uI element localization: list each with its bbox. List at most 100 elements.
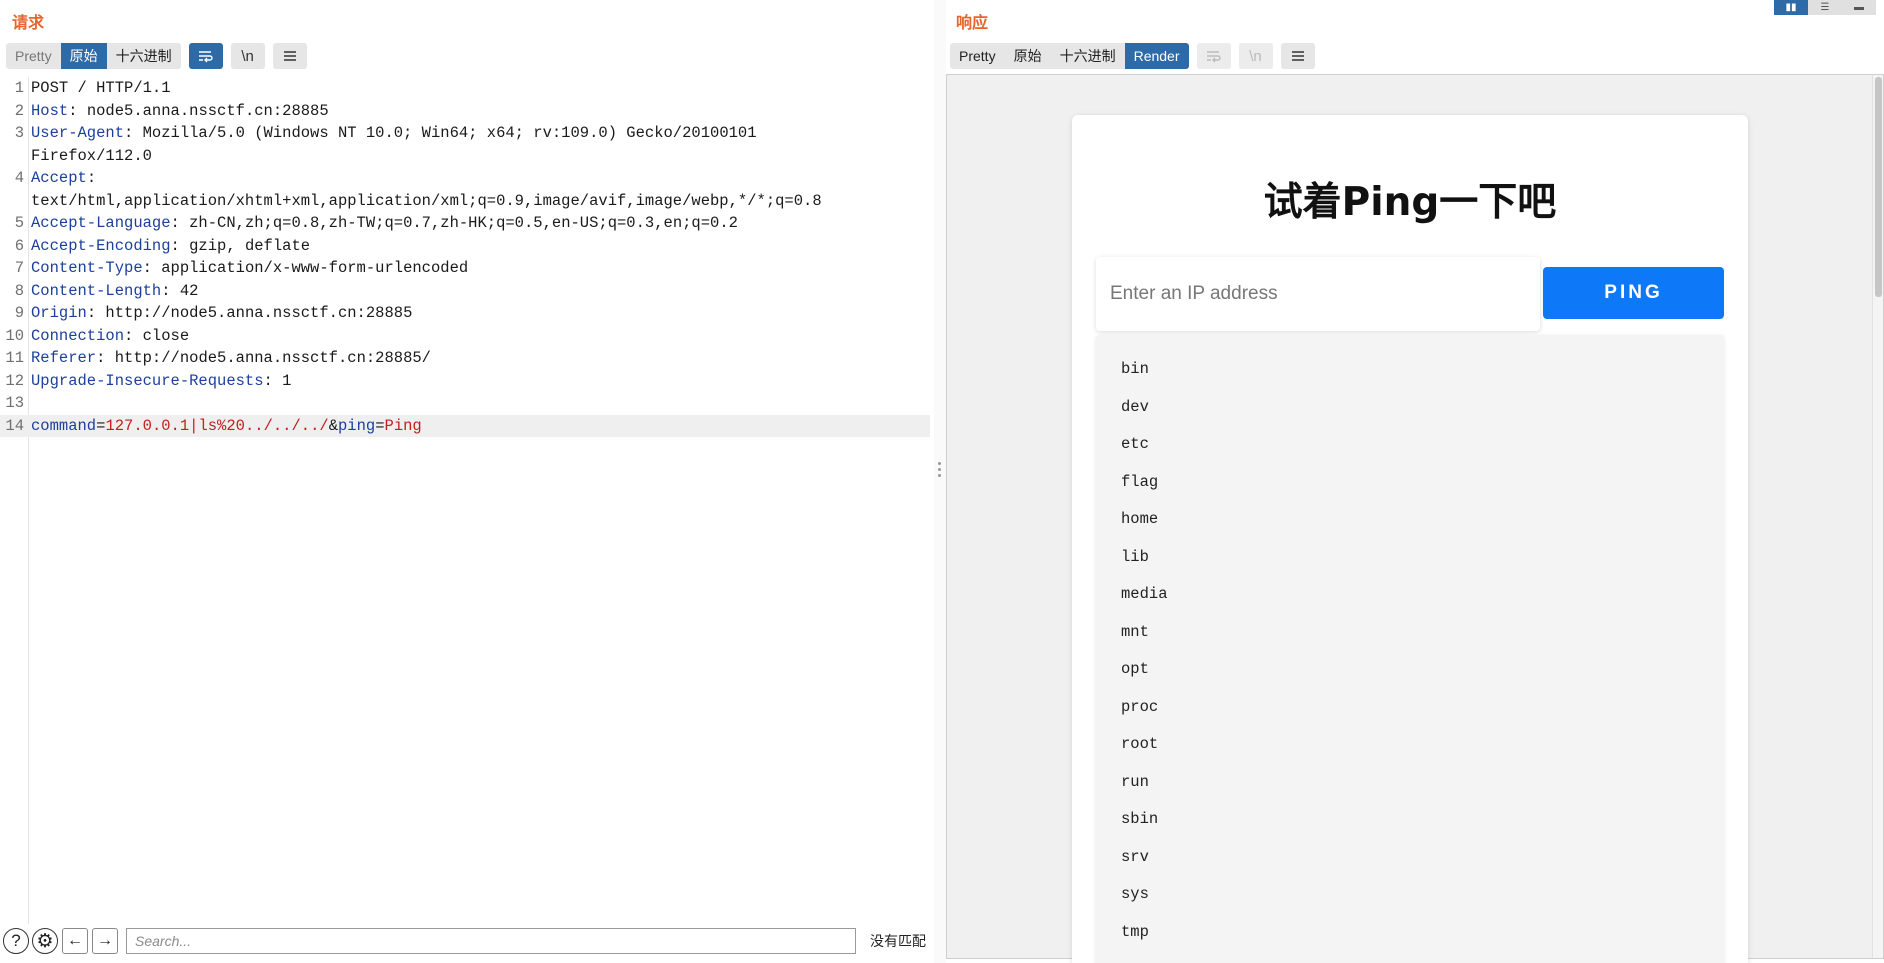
result-item: tmp bbox=[1121, 922, 1149, 941]
help-icon: ? bbox=[11, 931, 21, 950]
request-tab-2[interactable]: 十六进制 bbox=[106, 43, 181, 69]
wrap-toggle-button[interactable] bbox=[188, 43, 223, 69]
result-item: bin bbox=[1121, 360, 1149, 378]
line-code: Firefox/112.0 bbox=[28, 145, 152, 168]
drag-handle-icon[interactable] bbox=[938, 462, 942, 477]
wrap-icon bbox=[1206, 51, 1221, 63]
layout-stacked-button[interactable]: ☰ bbox=[1808, 0, 1842, 15]
search-input[interactable] bbox=[126, 928, 856, 954]
response-tab-3[interactable]: Render bbox=[1124, 43, 1189, 69]
result-item: etc bbox=[1121, 435, 1149, 453]
line-code: Referer: http://node5.anna.nssctf.cn:288… bbox=[28, 347, 431, 370]
header-name: Accept-Encoding bbox=[31, 236, 171, 255]
header-name: Accept-Language bbox=[31, 214, 171, 232]
line-number: 5 bbox=[14, 214, 24, 232]
request-editor[interactable]: 1 POST / HTTP/1.1 2 Host: node5.anna.nssctf… bbox=[0, 77, 930, 924]
code-text: : 1 bbox=[263, 371, 292, 390]
response-toolbar: Pretty 原始 十六进制 Render \n bbox=[950, 43, 1315, 69]
ping-result-box: bin dev etc flag home lib media mnt opt proc root r… bbox=[1096, 335, 1724, 963]
code-text: text/html,application/xhtml+xml,applicat… bbox=[31, 191, 822, 210]
code-line: text/html,application/xhtml+xml,applicat… bbox=[0, 190, 930, 213]
match-status: 没有匹配 bbox=[870, 933, 926, 949]
line-code: Content-Type: application/x-www-form-url… bbox=[28, 257, 468, 280]
response-tab-0[interactable]: Pretty bbox=[950, 43, 1005, 69]
line-number: 4 bbox=[14, 169, 24, 187]
newline-icon: \n bbox=[241, 47, 254, 65]
line-code: Accept-Language: zh-CN,zh;q=0.8,zh-TW;q=… bbox=[28, 212, 738, 235]
newline-icon: \n bbox=[1249, 47, 1262, 65]
header-name: Content-Type bbox=[31, 259, 143, 277]
line-number: 12 bbox=[5, 371, 24, 390]
request-tab-1[interactable]: 原始 bbox=[60, 43, 107, 69]
menu-icon bbox=[283, 51, 296, 61]
ping-button[interactable]: PING bbox=[1543, 267, 1724, 319]
line-code: Connection: close bbox=[28, 325, 189, 348]
scroll-thumb[interactable] bbox=[1875, 77, 1882, 297]
code-line: 6 Accept-Encoding: gzip, deflate bbox=[0, 235, 930, 258]
result-item: srv bbox=[1121, 847, 1149, 866]
settings-button[interactable]: ⚙ bbox=[32, 928, 58, 954]
result-item: home bbox=[1121, 510, 1159, 528]
arrow-left-icon: ← bbox=[67, 932, 83, 949]
line-number: 7 bbox=[14, 259, 24, 277]
code-line: Firefox/112.0 bbox=[0, 145, 930, 168]
pane-divider[interactable] bbox=[934, 0, 946, 963]
code-line: 10 Connection: close bbox=[0, 325, 930, 348]
line-code: Host: node5.anna.nssctf.cn:28885 bbox=[28, 100, 329, 123]
line-code: Accept: bbox=[28, 167, 96, 190]
header-name: Content-Length bbox=[31, 281, 162, 300]
line-number: 10 bbox=[5, 326, 24, 345]
header-name: Host bbox=[31, 101, 69, 120]
wrap-toggle-button-disabled bbox=[1196, 43, 1231, 69]
response-tab-2[interactable]: 十六进制 bbox=[1050, 43, 1125, 69]
response-view-tabs: Pretty 原始 十六进制 Render bbox=[950, 43, 1189, 69]
request-tab-0[interactable]: Pretty bbox=[6, 43, 61, 69]
newline-toggle-button-disabled: \n bbox=[1238, 43, 1273, 69]
line-number: 11 bbox=[5, 349, 24, 367]
request-toolbar: Pretty 原始 十六进制 \n bbox=[6, 43, 307, 69]
line-code: Upgrade-Insecure-Requests: 1 bbox=[28, 370, 291, 393]
next-match-button[interactable]: → bbox=[92, 928, 118, 954]
request-pane: 请求 Pretty 原始 十六进制 \n 1 POST / HTTP/1.1 2 Host… bbox=[0, 0, 940, 963]
page-heading: 试着Ping一下吧 bbox=[1263, 180, 1557, 225]
layout-tabs-button[interactable]: ▬ bbox=[1842, 0, 1876, 15]
code-text: : http://node5.anna.nssctf.cn:28885/ bbox=[96, 349, 431, 367]
code-text: POST / HTTP/1.1 bbox=[31, 79, 171, 97]
param-value: Ping bbox=[384, 416, 422, 435]
code-line: 4 Accept: bbox=[0, 167, 930, 190]
result-item: opt bbox=[1121, 660, 1149, 678]
newline-toggle-button[interactable]: \n bbox=[230, 43, 265, 69]
header-name: Upgrade-Insecure-Requests bbox=[31, 371, 264, 390]
code-line: 14 command=127.0.0.1|ls%20../../../&ping=… bbox=[0, 414, 930, 437]
code-text: : node5.anna.nssctf.cn:28885 bbox=[68, 101, 329, 120]
header-name: User-Agent bbox=[31, 124, 125, 142]
code-text: : gzip, deflate bbox=[170, 236, 311, 255]
result-item: run bbox=[1121, 772, 1149, 791]
line-number: 13 bbox=[5, 394, 24, 412]
layout-side-by-side-button[interactable]: ▮▮ bbox=[1774, 0, 1808, 15]
menu-button[interactable] bbox=[1280, 43, 1315, 69]
ip-address-input[interactable] bbox=[1096, 257, 1540, 331]
line-code: Content-Length: 42 bbox=[28, 280, 198, 303]
result-item: media bbox=[1121, 585, 1168, 603]
line-code: POST / HTTP/1.1 bbox=[28, 77, 171, 100]
code-line: 11 Referer: http://node5.anna.nssctf.cn:2… bbox=[0, 347, 930, 370]
result-item: mnt bbox=[1121, 622, 1149, 641]
menu-button[interactable] bbox=[272, 43, 307, 69]
code-text: : Mozilla/5.0 (Windows NT 10.0; Win64; x… bbox=[124, 124, 757, 142]
help-button[interactable]: ? bbox=[3, 928, 29, 954]
response-tab-1[interactable]: 原始 bbox=[1004, 43, 1051, 69]
result-item: lib bbox=[1121, 547, 1149, 566]
result-item: dev bbox=[1121, 397, 1149, 416]
render-frame: 试着Ping一下吧 PING bin dev etc flag home lib media… bbox=[946, 74, 1884, 963]
rows-icon: ☰ bbox=[1820, 2, 1830, 13]
request-view-tabs: Pretty 原始 十六进制 bbox=[6, 43, 181, 69]
previous-match-button[interactable]: ← bbox=[62, 928, 88, 954]
search-bar: ? ⚙ ← → 没有匹配 bbox=[0, 926, 940, 956]
code-line: 5 Accept-Language: zh-CN,zh;q=0.8,zh-TW;q… bbox=[0, 212, 930, 235]
render-scrollbar[interactable] bbox=[1872, 75, 1883, 958]
code-line: 8 Content-Length: 42 bbox=[0, 280, 930, 303]
header-name: Accept bbox=[31, 169, 87, 187]
code-text: : bbox=[86, 169, 97, 187]
